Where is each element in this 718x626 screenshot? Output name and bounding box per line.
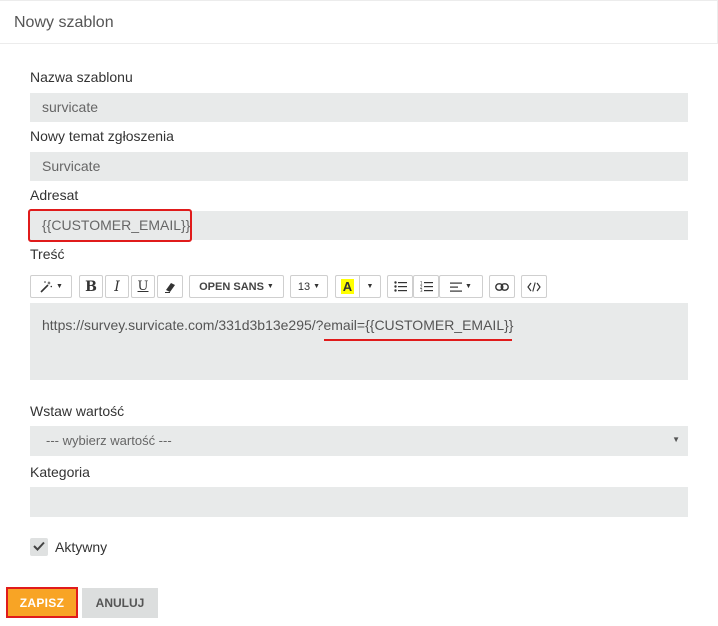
text-color-button[interactable]: A — [335, 275, 359, 298]
unordered-list-button[interactable] — [387, 275, 413, 298]
align-icon — [450, 282, 463, 292]
font-family-label: OPEN SANS — [199, 280, 264, 293]
clear-format-button[interactable] — [157, 275, 183, 298]
italic-button[interactable]: I — [105, 275, 129, 298]
category-input[interactable] — [30, 487, 688, 517]
active-label: Aktywny — [55, 539, 108, 555]
active-checkbox[interactable] — [30, 538, 48, 556]
cancel-button[interactable]: ANULUJ — [82, 588, 158, 618]
font-size-label: 13 — [297, 280, 311, 293]
color-dropdown-button[interactable]: ▼ — [359, 275, 381, 298]
underline-button[interactable]: U — [131, 275, 155, 298]
code-view-icon — [527, 281, 541, 292]
recipient-label: Adresat — [30, 187, 79, 203]
subject-label: Nowy temat zgłoszenia — [30, 128, 174, 144]
save-button[interactable]: ZAPISZ — [6, 587, 78, 618]
insert-value-select[interactable]: --- wybierz wartość --- ▼ — [30, 426, 688, 456]
chevron-down-icon: ▼ — [465, 283, 472, 290]
chevron-down-icon: ▼ — [266, 283, 274, 290]
bold-button[interactable]: B — [79, 275, 103, 298]
page-header: Nowy szablon — [0, 0, 718, 44]
insert-value-label: Wstaw wartość — [30, 403, 125, 419]
category-label: Kategoria — [30, 464, 90, 480]
chevron-down-icon: ▼ — [313, 283, 321, 290]
code-view-button[interactable] — [521, 275, 547, 298]
font-size-dropdown[interactable]: 13 ▼ — [290, 275, 328, 298]
content-label: Treść — [30, 246, 65, 262]
page-title: Nowy szablon — [14, 14, 114, 31]
style-dropdown-button[interactable]: ▼ — [30, 275, 72, 298]
svg-text:3: 3 — [420, 288, 423, 292]
unordered-list-icon — [393, 281, 407, 292]
link-icon — [495, 282, 509, 291]
chevron-down-icon: ▼ — [56, 283, 63, 290]
link-button[interactable] — [489, 275, 515, 298]
text-color-letter: A — [340, 279, 355, 294]
align-dropdown-button[interactable]: ▼ — [439, 275, 483, 298]
email-param-underline — [324, 339, 512, 341]
chevron-down-icon: ▼ — [672, 435, 680, 444]
recipient-highlight-box — [28, 209, 192, 242]
content-editor[interactable]: https://survey.survicate.com/331d3b13e29… — [30, 303, 688, 380]
template-name-label: Nazwa szablonu — [30, 69, 133, 85]
ordered-list-button[interactable]: 123 — [413, 275, 439, 298]
subject-input[interactable]: Survicate — [30, 152, 688, 181]
template-name-input[interactable]: survicate — [30, 93, 688, 122]
eraser-icon — [164, 281, 176, 293]
content-text: https://survey.survicate.com/331d3b13e29… — [42, 317, 514, 333]
ordered-list-icon: 123 — [420, 281, 433, 292]
chevron-down-icon: ▼ — [366, 283, 374, 290]
font-family-dropdown[interactable]: OPEN SANS ▼ — [189, 275, 284, 298]
magic-wand-icon — [39, 280, 53, 294]
checkmark-icon — [33, 538, 45, 556]
insert-value-selected: --- wybierz wartość --- — [46, 433, 172, 448]
